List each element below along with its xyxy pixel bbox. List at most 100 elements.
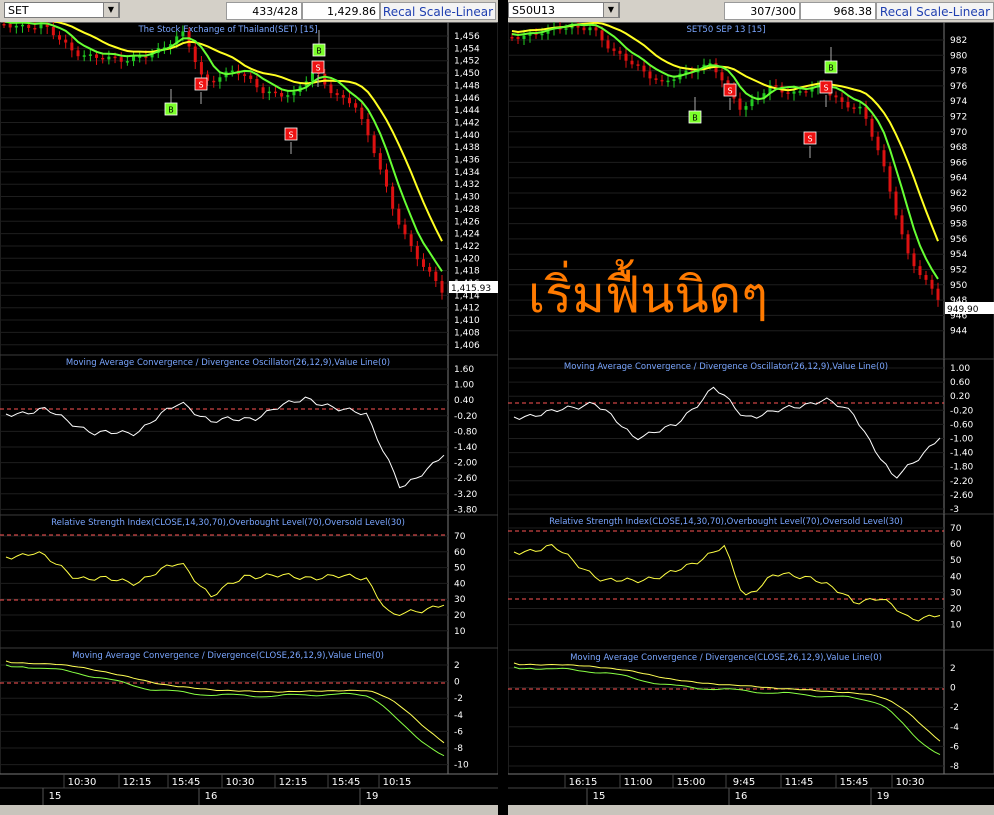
right-axis-tick-label: -1.00 [950, 435, 974, 445]
left-candle [193, 46, 197, 63]
right-axis-tick-label: 0.20 [950, 392, 970, 402]
left-candle [372, 135, 376, 154]
left-candle [64, 39, 68, 43]
right-chart-panel[interactable]: 982 980 978 976 974 972 970 968 966 964 962 960 958 9… [508, 22, 994, 805]
left-chart-panel[interactable]: 1,456 1,454 1,452 1,450 1,448 1,446 1,444 1,442… [0, 22, 498, 805]
left-candle [243, 74, 247, 76]
left-axis-tick-label: 1,410 [454, 316, 480, 326]
left-candle [273, 91, 277, 94]
left-candle [347, 97, 351, 104]
right-axis-tick-label: 970 [950, 128, 967, 138]
right-symbol-dropdown-icon[interactable]: ▼ [603, 2, 619, 18]
panel-divider [498, 0, 508, 815]
left-candle [397, 208, 401, 225]
right-candle [930, 279, 934, 289]
right-candle [522, 35, 526, 39]
left-axis-tick-label: -6 [454, 727, 463, 737]
left-axis-tick-label: -2.60 [454, 474, 478, 484]
left-last-price-label: 1,415.93 [451, 284, 491, 294]
left-scroll-bar[interactable] [0, 805, 498, 815]
left-axis-tick-label: 40 [454, 579, 466, 589]
left-axis-tick-label: -4 [454, 711, 463, 721]
left-candle [119, 57, 123, 62]
left-candle [113, 56, 117, 59]
right-axis-tick-label: 1.00 [950, 364, 970, 374]
left-candle [384, 169, 388, 187]
right-time-label: 10:30 [896, 777, 925, 788]
right-axis-tick-label: 982 [950, 36, 967, 46]
right-axis-tick-label: 0 [950, 684, 956, 694]
right-time-label: 15:00 [677, 777, 706, 788]
right-signal-label: S [823, 84, 828, 93]
left-date-label: 16 [205, 791, 218, 802]
left-candle [2, 24, 6, 26]
left-candle [107, 56, 111, 60]
right-axis-tick-label: 980 [950, 51, 967, 61]
right-signal-label: S [727, 87, 732, 96]
right-candle [672, 79, 676, 81]
right-rsi-line [513, 544, 941, 622]
left-toolbar: SET ▼ 433/428 1,429.86 Recal Scale-Linea… [0, 0, 498, 23]
left-candle [329, 84, 333, 94]
right-candle [888, 166, 892, 192]
left-axis-tick-label: 1,444 [454, 106, 480, 116]
right-candle [582, 27, 586, 31]
left-recal-scale-button[interactable]: Recal Scale-Linear [380, 2, 496, 20]
left-macd-oscillator-line [5, 396, 445, 489]
left-rsi-title: Relative Strength Index(CLOSE,14,30,70),… [51, 518, 405, 528]
right-candle [636, 64, 640, 66]
left-candle [434, 271, 438, 281]
right-axis-tick-label: 958 [950, 220, 967, 230]
left-axis-tick-label: 60 [454, 548, 466, 558]
right-axis-tick-label: -8 [950, 762, 959, 772]
right-axis-tick-label: -4 [950, 723, 959, 733]
right-axis-tick-label: 950 [950, 281, 967, 291]
left-candle [415, 246, 419, 260]
left-axis-tick-label: 1,452 [454, 57, 480, 67]
right-axis-tick-label: 70 [950, 524, 962, 534]
right-scroll-bar[interactable] [508, 805, 994, 815]
left-axis-tick-label: 1,420 [454, 254, 480, 264]
left-candle [428, 266, 432, 272]
right-recal-scale-button[interactable]: Recal Scale-Linear [876, 2, 994, 20]
left-candle [292, 91, 296, 96]
left-axis-tick-label: -1.40 [454, 443, 478, 453]
right-macd-oscillator-line [513, 386, 941, 479]
left-candle [58, 35, 62, 40]
right-candle [870, 118, 874, 137]
left-axis-tick-label: 1,430 [454, 193, 480, 203]
left-candle [366, 119, 370, 136]
left-candle [39, 24, 43, 29]
right-panel-frame [508, 513, 994, 651]
left-candle [27, 24, 31, 28]
left-date-label: 15 [49, 791, 62, 802]
left-symbol-dropdown-icon[interactable]: ▼ [103, 2, 119, 18]
right-axis-tick-label: 962 [950, 189, 967, 199]
left-signal-label: S [198, 81, 203, 90]
right-candle [720, 72, 724, 81]
left-candle [21, 24, 25, 27]
right-axis-tick-label: 974 [950, 97, 967, 107]
left-candle [403, 224, 407, 235]
left-time-label: 12:15 [279, 777, 308, 788]
left-axis-tick-label: -3.20 [454, 490, 478, 500]
right-candle [510, 37, 514, 39]
right-axis-tick-label: 40 [950, 572, 962, 582]
right-candle [666, 80, 670, 83]
right-toolbar: S50U13 ▼ 307/300 968.38 Recal Scale-Line… [508, 0, 994, 23]
right-date-label: 19 [877, 791, 890, 802]
left-signal-label: B [168, 106, 174, 115]
left-axis-tick-label: 1,454 [454, 44, 480, 54]
right-axis-tick-label: -6 [950, 742, 959, 752]
right-candle [858, 106, 862, 109]
right-candle [900, 215, 904, 235]
left-volume-counter: 433/428 [226, 2, 302, 20]
left-axis-tick-label: 50 [454, 564, 466, 574]
left-osc-title: Moving Average Convergence / Divergence … [66, 358, 390, 368]
left-candle [132, 56, 136, 62]
left-axis-tick-label: 1,422 [454, 242, 480, 252]
left-axis-tick-label: 1,424 [454, 230, 480, 240]
left-candle [249, 75, 253, 79]
left-date-label: 19 [366, 791, 379, 802]
right-axis-tick-label: -2 [950, 703, 959, 713]
